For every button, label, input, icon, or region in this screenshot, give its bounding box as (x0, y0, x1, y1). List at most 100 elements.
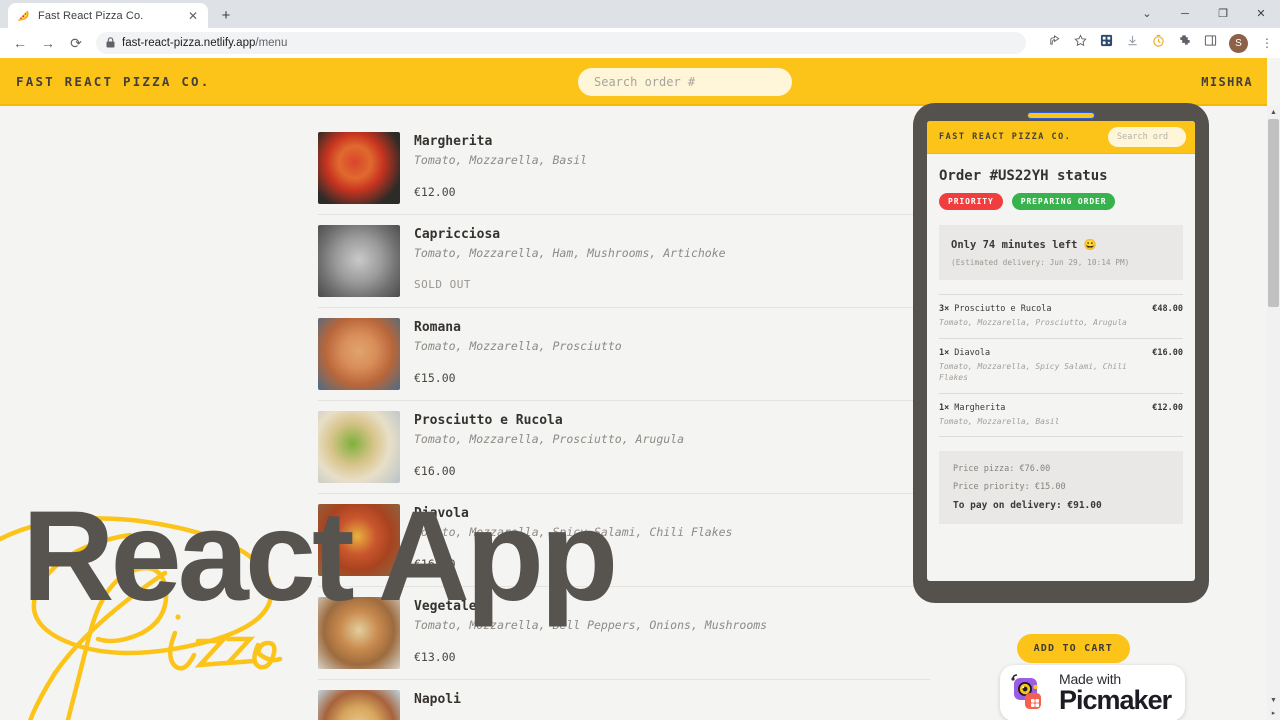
menu-item-margherita: Margherita Tomato, Mozzarella, Basil €12.0… (318, 122, 1130, 215)
order-item-qty: 3× (939, 304, 950, 314)
close-icon[interactable]: ✕ (186, 9, 200, 23)
url-domain: fast-react-pizza.netlify.app (122, 37, 256, 49)
web-page: FAST REACT PIZZA CO. MISHRA Margherita To… (0, 58, 1280, 720)
url-path: /menu (255, 37, 288, 49)
site-brand: FAST REACT PIZZA CO. (16, 73, 211, 89)
reload-icon[interactable]: ⟳ (62, 29, 90, 57)
pizza-name: Capricciosa (414, 227, 501, 242)
address-bar-url: fast-react-pizza.netlify.app/menu (122, 37, 287, 49)
page-scrollbar[interactable]: ▲ ▼ ▸ (1267, 106, 1280, 720)
phone-search-input[interactable] (1108, 127, 1186, 147)
status-badge-priority: PRIORITY (939, 193, 1003, 210)
browser-tab[interactable]: Fast React Pizza Co. ✕ (8, 3, 208, 28)
share-icon[interactable] (1041, 30, 1067, 56)
scroll-resize-icon[interactable]: ▸ (1267, 707, 1280, 720)
order-item-ingredients: Tomato, Mozzarella, Spicy Salami, Chili … (939, 361, 1127, 383)
user-name: MISHRA (1201, 75, 1253, 89)
phone-order-content: Order #US22YH status PRIORITY PREPARING … (927, 154, 1195, 525)
download-icon[interactable] (1119, 30, 1145, 56)
scrollbar-thumb[interactable] (1268, 119, 1279, 307)
chevron-down-icon[interactable]: ⌄ (1128, 0, 1166, 28)
price-priority: Price priority: €15.00 (953, 482, 1066, 493)
pizza-price: €12.00 (414, 185, 456, 199)
maximize-icon[interactable]: ❐ (1204, 0, 1242, 28)
menu-item-capricciosa: Capricciosa Tomato, Mozzarella, Ham, Mush… (318, 215, 930, 308)
forward-icon[interactable]: → (34, 29, 62, 57)
order-item-qty: 1× (939, 347, 950, 358)
menu-item-prosciutto-e-rucola: Prosciutto e Rucola Tomato, Mozzarella, P… (318, 401, 1130, 494)
pizza-details: Napoli (414, 690, 930, 711)
phone-screen: FAST REACT PIZZA CO. Order #US22YH statu… (927, 121, 1195, 581)
pizza-photo (318, 690, 400, 720)
picmaker-name: Picmaker (1059, 685, 1172, 715)
timer-icon[interactable] (1145, 30, 1171, 56)
avatar[interactable]: S (1229, 33, 1248, 53)
order-item-title: Prosciutto e Rucola (954, 304, 1052, 314)
extensions-icon[interactable] (1171, 30, 1197, 56)
star-icon[interactable] (1067, 30, 1093, 56)
minimize-icon[interactable]: ─ (1166, 0, 1204, 28)
pizza-details: Romana Tomato, Mozzarella, Prosciutto €15.… (414, 318, 930, 385)
scroll-down-icon[interactable]: ▼ (1267, 694, 1280, 707)
order-item-name: 3× Prosciutto e Rucola (939, 304, 1051, 314)
pizza-name: Prosciutto e Rucola (414, 413, 563, 428)
order-item-price: €16.00 (1152, 347, 1183, 358)
phone-site-brand: FAST REACT PIZZA CO. (939, 132, 1072, 142)
pizza-name: Romana (414, 320, 461, 335)
eta-estimated-delivery: (Estimated delivery: Jun 29, 10:14 PM) (951, 258, 1130, 267)
phone-mockup: FAST REACT PIZZA CO. Order #US22YH statu… (913, 103, 1209, 603)
status-badge-preparing: PREPARING ORDER (1011, 193, 1116, 210)
order-item-title: Margherita (954, 402, 1006, 413)
pizza-name: Margherita (414, 134, 493, 149)
pizza-photo (318, 318, 400, 390)
qr-icon[interactable] (1093, 30, 1119, 56)
pizza-price: €15.00 (414, 371, 456, 385)
order-item: 3× Prosciutto e Rucola €48.00 Tomato, Mozza… (939, 295, 1183, 339)
picmaker-made-with: Made with (1059, 671, 1122, 687)
order-item-header: 3× Prosciutto e Rucola €48.00 (939, 304, 1183, 314)
back-icon[interactable]: ← (6, 29, 34, 57)
order-item-qty: 1× (939, 402, 950, 413)
tab-title: Fast React Pizza Co. (38, 9, 144, 22)
pizza-ingredients: Tomato, Mozzarella, Prosciutto, Arugula (414, 432, 685, 446)
price-summary-box: Price pizza: €76.00 Price priority: €15.… (939, 451, 1183, 525)
pizza-sold-out: SOLD OUT (414, 278, 471, 291)
eta-box: Only 74 minutes left 😀 (Estimated delive… (939, 225, 1183, 280)
pizza-details: Capricciosa Tomato, Mozzarella, Ham, Mush… (414, 225, 930, 291)
order-item-price: €12.00 (1152, 402, 1183, 413)
order-status-title: Order #US22YH status (939, 168, 1108, 184)
order-items-list: 3× Prosciutto e Rucola €48.00 Tomato, Mozza… (939, 294, 1183, 438)
pizza-ingredients: Tomato, Mozzarella, Ham, Mushrooms, Arti… (414, 246, 726, 260)
order-item-title: Diavola (954, 347, 991, 358)
side-panel-icon[interactable] (1197, 30, 1223, 56)
window-controls: ⌄ ─ ❐ ✕ (1128, 0, 1280, 28)
menu-item-romana: Romana Tomato, Mozzarella, Prosciutto €15.… (318, 308, 1130, 401)
new-tab-icon[interactable]: + (215, 5, 237, 27)
add-to-cart-button[interactable]: ADD TO CART (1016, 634, 1130, 663)
order-item-header: 1× Diavola €16.00 (939, 348, 1183, 358)
pizza-name: Napoli (414, 692, 461, 707)
order-item-ingredients: Tomato, Mozzarella, Prosciutto, Arugula (939, 318, 1127, 327)
search-input[interactable] (578, 68, 792, 96)
tab-strip: Fast React Pizza Co. ✕ + ⌄ ─ ❐ ✕ (0, 0, 1280, 28)
pizza-price: €16.00 (414, 464, 456, 478)
price-pizza: Price pizza: €76.00 (953, 464, 1051, 475)
scroll-up-icon[interactable]: ▲ (1267, 106, 1280, 119)
menu-item-napoli: Napoli (318, 680, 930, 720)
pizza-details: Prosciutto e Rucola Tomato, Mozzarella, P… (414, 411, 930, 478)
pizza-price: €13.00 (414, 650, 456, 664)
site-header: FAST REACT PIZZA CO. MISHRA (0, 58, 1267, 106)
close-window-icon[interactable]: ✕ (1242, 0, 1280, 28)
picmaker-logo-icon (1010, 673, 1050, 713)
order-badges: PRIORITY PREPARING ORDER (939, 193, 1183, 210)
picmaker-watermark: Made with Picmaker (1000, 665, 1186, 720)
address-bar[interactable]: fast-react-pizza.netlify.app/menu (96, 32, 1026, 54)
browser-menu-icon[interactable]: ⋮ (1254, 30, 1280, 56)
phone-site-header: FAST REACT PIZZA CO. (927, 121, 1195, 154)
watermark-react-app: React App (22, 485, 618, 628)
order-item: 1× Diavola €16.00 Tomato, Mozzarella, Spicy… (939, 339, 1183, 394)
phone-speaker (1027, 112, 1095, 119)
order-item-price: €48.00 (1152, 304, 1183, 314)
order-item-name: 1× Diavola (939, 348, 990, 358)
order-item-ingredients: Tomato, Mozzarella, Basil (939, 416, 1060, 426)
